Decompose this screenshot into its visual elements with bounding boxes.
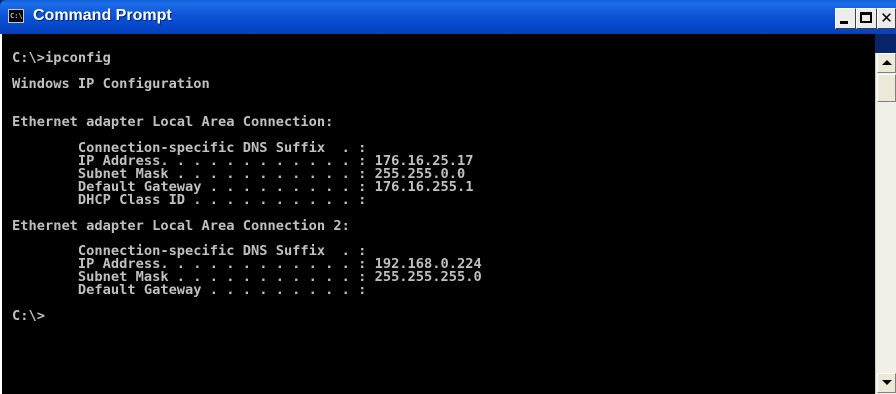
scroll-up-button[interactable] (877, 53, 896, 73)
console-line: C:\> (12, 307, 45, 324)
minimize-button[interactable] (835, 8, 856, 29)
scroll-down-button[interactable] (877, 373, 896, 393)
window-title: Command Prompt (33, 7, 172, 24)
close-icon: ✕ (880, 9, 893, 27)
console-line: Windows IP Configuration (12, 75, 210, 92)
arrow-up-icon (882, 60, 892, 65)
arrow-down-icon (882, 380, 892, 385)
console-output[interactable]: C:\>ipconfig Windows IP Configuration Ethe… (0, 34, 875, 394)
console-line: Ethernet adapter Local Area Connection 2… (12, 217, 350, 234)
console-line: C:\>ipconfig (12, 50, 111, 66)
console-line: Default Gateway . . . . . . . . . : (12, 282, 367, 299)
console-line: Ethernet adapter Local Area Connection: (12, 114, 334, 131)
command-prompt-window: C:\ Command Prompt ✕ C:\>ipconfig Windows… (0, 0, 896, 394)
close-button[interactable]: ✕ (877, 8, 896, 29)
minimize-icon (840, 21, 848, 24)
maximize-button[interactable] (856, 8, 877, 29)
maximize-icon (860, 12, 872, 23)
command-prompt-icon[interactable]: C:\ (8, 9, 24, 23)
vertical-scrollbar[interactable] (875, 53, 896, 394)
scroll-thumb[interactable] (877, 74, 896, 102)
console-line: DHCP Class ID . . . . . . . . . . : (12, 191, 367, 208)
title-bar[interactable]: C:\ Command Prompt ✕ (0, 0, 896, 34)
console-text: C:\>ipconfig Windows IP Configuration Ethe… (12, 50, 482, 324)
